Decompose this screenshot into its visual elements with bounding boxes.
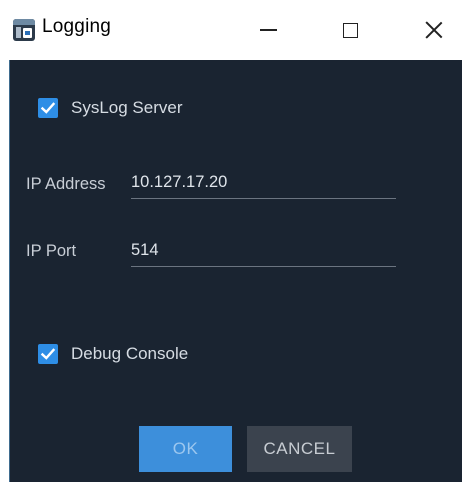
ip-port-field[interactable] — [131, 236, 396, 267]
app-icon — [13, 19, 35, 41]
dialog-body — [10, 60, 462, 482]
syslog-server-label: SysLog Server — [71, 98, 183, 117]
ok-button[interactable]: OK — [139, 426, 232, 472]
ip-port-input[interactable] — [131, 236, 396, 264]
check-icon — [40, 348, 56, 360]
minimize-icon — [259, 29, 277, 31]
close-icon — [425, 21, 443, 39]
title-bar[interactable]: Logging — [0, 0, 472, 60]
check-icon — [40, 102, 56, 114]
syslog-server-checkbox[interactable] — [38, 98, 58, 118]
window-border-right — [462, 60, 472, 487]
ip-address-label: IP Address — [26, 175, 106, 193]
maximize-icon — [342, 22, 358, 38]
minimize-button[interactable] — [245, 0, 291, 60]
cancel-button[interactable]: CANCEL — [247, 426, 352, 472]
ip-address-input[interactable] — [131, 168, 396, 196]
ip-port-label: IP Port — [26, 242, 77, 260]
syslog-server-checkbox-row[interactable]: SysLog Server — [38, 98, 183, 118]
debug-console-label: Debug Console — [71, 344, 189, 363]
debug-console-checkbox[interactable] — [38, 344, 58, 364]
close-button[interactable] — [411, 0, 457, 60]
window-border-bottom — [0, 482, 472, 487]
logging-dialog: Logging SysLog Server IP Address IP Port — [0, 0, 472, 487]
debug-console-checkbox-row[interactable]: Debug Console — [38, 344, 188, 364]
ip-address-field[interactable] — [131, 168, 396, 199]
maximize-button[interactable] — [327, 0, 373, 60]
window-border-left — [0, 60, 10, 487]
window-title: Logging — [42, 16, 112, 37]
